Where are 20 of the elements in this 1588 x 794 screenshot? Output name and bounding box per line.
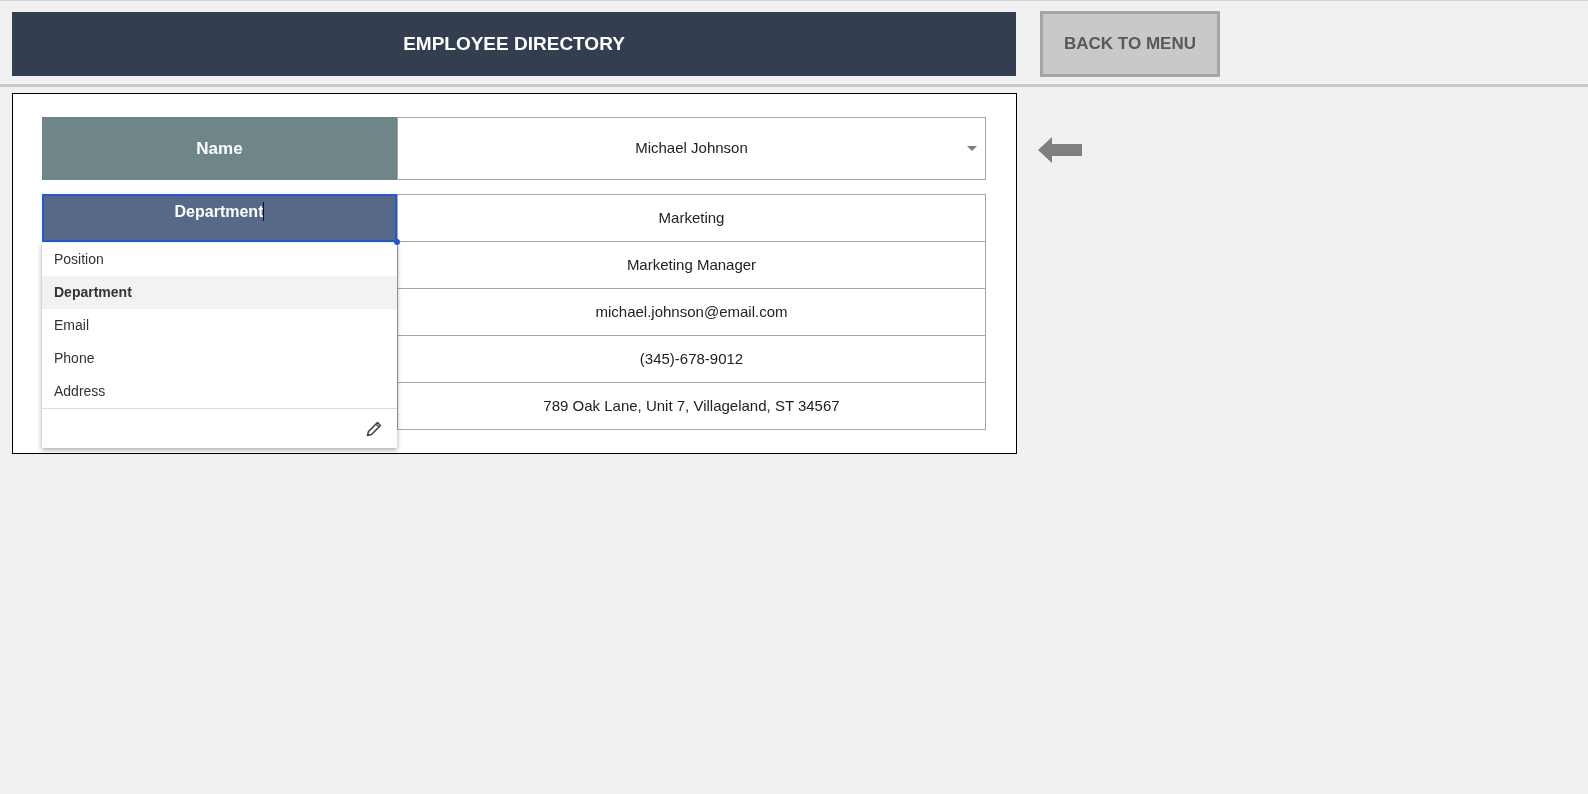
dropdown-option[interactable]: Email [42,309,397,342]
text-cursor-icon [263,202,265,221]
dropdown-option[interactable]: Address [42,375,397,408]
label-edit-field[interactable]: Department [42,194,397,242]
dropdown-option[interactable]: Department [42,276,397,309]
name-label: Name [42,117,397,180]
table-cell: (345)-678-9012 [397,336,986,383]
fill-handle-icon[interactable] [394,239,400,245]
table-cell: michael.johnson@email.com [397,289,986,336]
dropdown-caret-icon [967,146,977,151]
dropdown-option[interactable]: Position [42,243,397,276]
back-to-menu-button[interactable]: BACK TO MENU [1040,11,1220,77]
table-cell: Marketing Manager [397,242,986,289]
name-dropdown-field[interactable]: Michael Johnson [397,117,986,180]
dropdown-option[interactable]: Phone [42,342,397,375]
left-arrow-icon [1038,137,1082,163]
pencil-icon[interactable] [365,419,383,438]
table-cell: Marketing [397,194,986,242]
table-cell: 789 Oak Lane, Unit 7, Villageland, ST 34567 [397,383,986,430]
page-title: EMPLOYEE DIRECTORY [12,12,1016,76]
